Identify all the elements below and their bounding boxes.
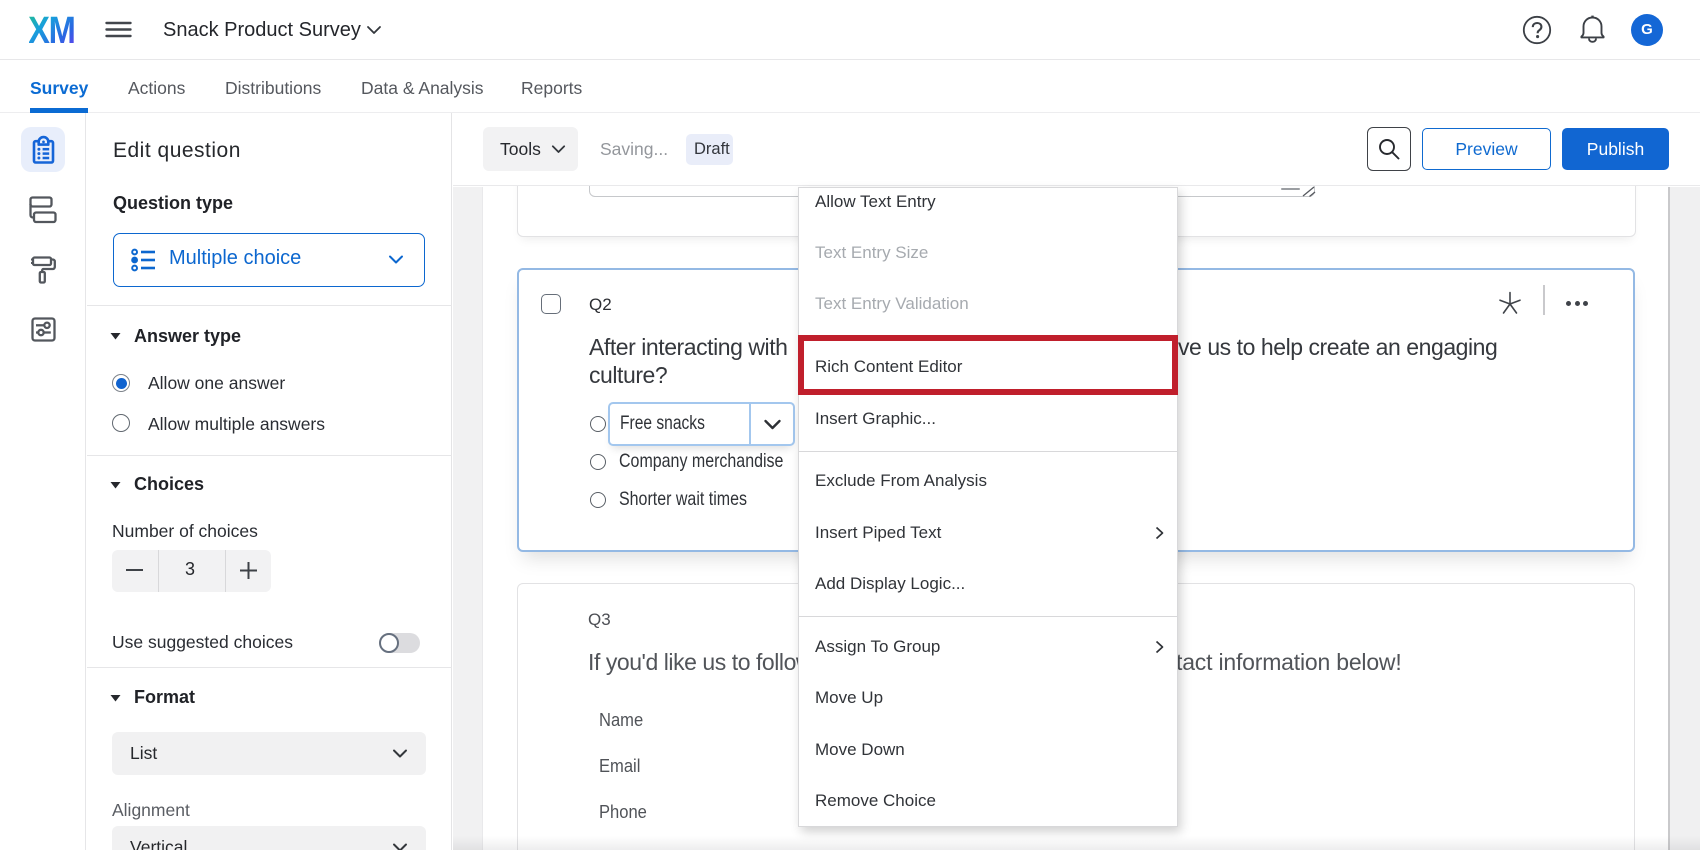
svg-text:XM: XM <box>29 14 75 45</box>
